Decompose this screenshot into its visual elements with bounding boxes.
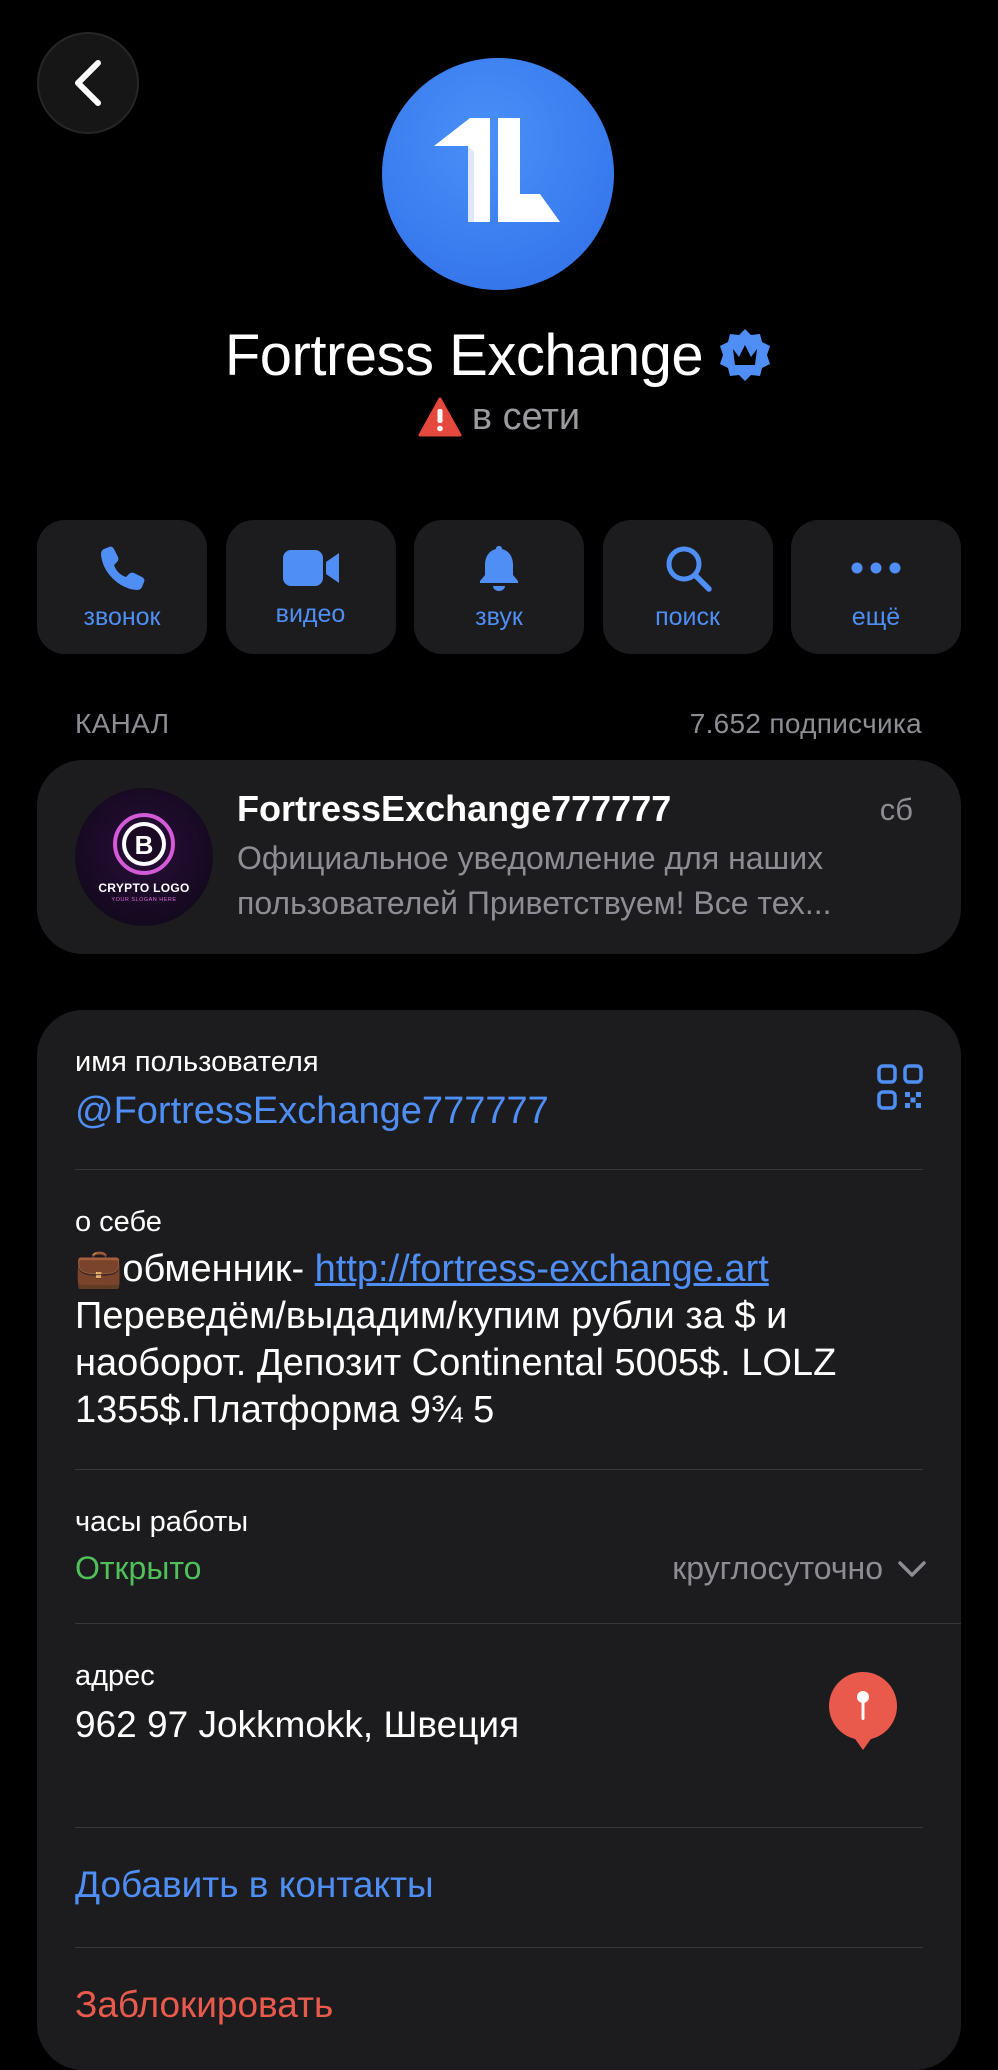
hours-value: круглосуточно (672, 1550, 883, 1586)
video-label: видео (275, 599, 346, 628)
divider (75, 1469, 923, 1470)
more-label: ещё (851, 602, 901, 631)
bell-icon (480, 545, 518, 591)
divider (75, 1947, 923, 1948)
search-label: поиск (655, 602, 720, 631)
phone-icon (101, 546, 145, 590)
profile-avatar[interactable] (382, 58, 614, 290)
sound-label: звук (475, 602, 523, 631)
qr-code-icon (877, 1064, 923, 1110)
status-row: в сети (0, 390, 998, 444)
channel-logo-subtext: YOUR SLOGAN HERE (111, 897, 177, 903)
online-status: в сети (471, 395, 581, 438)
search-icon (666, 546, 712, 592)
about-label: о себе (75, 1206, 162, 1238)
bitcoin-icon: B (113, 813, 175, 875)
video-icon (282, 549, 339, 586)
channel-preview-line: Официальное уведомление для наших (237, 840, 824, 876)
block-button[interactable]: Заблокировать (75, 1984, 333, 2026)
divider (75, 1827, 923, 1828)
svg-text:B: B (135, 830, 154, 860)
channel-card[interactable]: B CRYPTO LOGO YOUR SLOGAN HERE FortressE… (37, 760, 961, 954)
search-button[interactable]: поиск (602, 520, 773, 654)
subscriber-count: 7.652 подписчика (689, 708, 922, 739)
more-button[interactable]: ещё (791, 520, 961, 654)
warning-icon (418, 397, 462, 437)
divider (75, 1623, 961, 1624)
back-button[interactable] (37, 32, 139, 134)
map-pin-icon (829, 1672, 897, 1750)
video-button[interactable]: видео (225, 520, 396, 654)
verified-badge-icon[interactable] (717, 327, 773, 383)
about-line: Переведём/выдадим/купим рубли за $ и (75, 1295, 788, 1337)
about-line: наоборот. Депозит Continental 5005$. LOL… (75, 1342, 837, 1384)
chevron-down-icon (898, 1560, 926, 1577)
hours-label: часы работы (75, 1506, 249, 1538)
fortress-logo-icon (434, 118, 560, 222)
channel-title: FortressExchange777777 (237, 788, 672, 829)
channel-section-label: КАНАЛ (75, 708, 170, 739)
call-button[interactable]: звонок (37, 520, 207, 654)
profile-name: Fortress Exchange (224, 322, 704, 388)
about-link[interactable]: http://fortress-exchange.art (315, 1248, 769, 1290)
address-label: адрес (75, 1660, 155, 1692)
username-label: имя пользователя (75, 1046, 319, 1078)
qr-code-button[interactable] (877, 1064, 923, 1115)
about-text: 💼обменник- http://fortress-exchange.art … (75, 1246, 935, 1434)
action-bar: звонок видео звук поиск ещё (37, 520, 961, 654)
info-card: имя пользователя @FortressExchange777777… (37, 1010, 961, 2070)
about-prefix: 💼обменник- (75, 1248, 315, 1290)
channel-preview-line: пользователей Приветствуем! Все тех... (237, 885, 832, 921)
channel-preview: Официальное уведомление для наших пользо… (237, 836, 927, 926)
profile-name-row: Fortress Exchange (0, 318, 998, 392)
about-line: 1355$.Платформа 9¾ 5 (75, 1389, 495, 1431)
channel-last-post-day: сб (879, 792, 913, 827)
call-label: звонок (83, 602, 161, 631)
divider (75, 1169, 923, 1170)
channel-avatar: B CRYPTO LOGO YOUR SLOGAN HERE (75, 788, 213, 926)
channel-logo-text: CRYPTO LOGO (98, 881, 190, 895)
more-icon (851, 562, 901, 573)
chevron-left-icon (75, 60, 101, 106)
address-value[interactable]: 962 97 Jokkmokk, Швеция (75, 1704, 519, 1746)
username-link[interactable]: @FortressExchange777777 (75, 1090, 549, 1133)
hours-expand[interactable]: круглосуточно (672, 1550, 927, 1587)
sound-button[interactable]: звук (414, 520, 584, 654)
map-pin-button[interactable] (827, 1670, 899, 1757)
hours-status: Открыто (75, 1550, 202, 1586)
add-contact-button[interactable]: Добавить в контакты (75, 1864, 434, 1906)
